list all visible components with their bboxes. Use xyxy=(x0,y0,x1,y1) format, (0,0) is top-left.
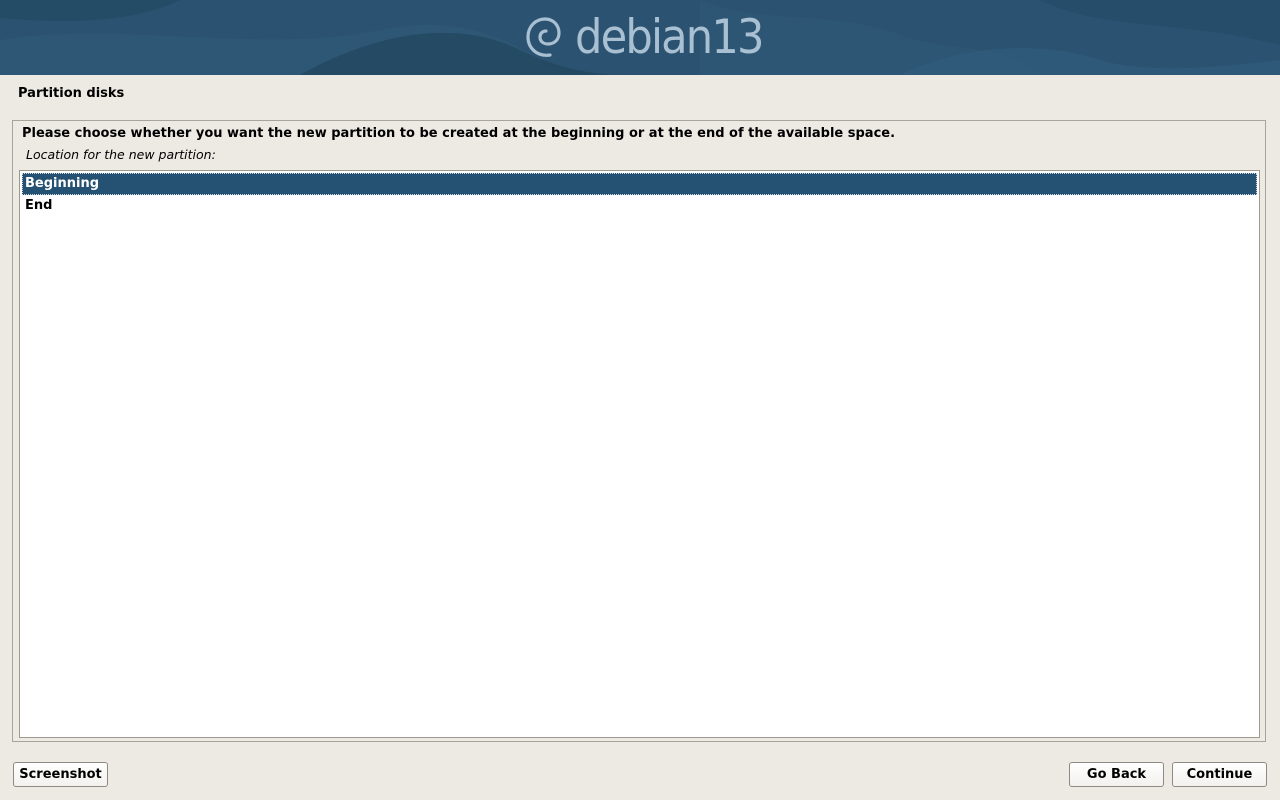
list-label: Location for the new partition: xyxy=(26,147,216,162)
debian-logo: debian13 xyxy=(523,12,779,64)
continue-button[interactable]: Continue xyxy=(1172,762,1267,787)
go-back-button[interactable]: Go Back xyxy=(1069,762,1164,787)
header-banner: debian13 xyxy=(0,0,1280,75)
dialog-frame: Please choose whether you want the new p… xyxy=(12,120,1266,742)
question-text: Please choose whether you want the new p… xyxy=(22,126,896,141)
debian-swirl-icon xyxy=(526,17,561,57)
page-title: Partition disks xyxy=(18,86,125,101)
screenshot-button[interactable]: Screenshot xyxy=(13,762,108,787)
list-item-beginning[interactable]: Beginning xyxy=(22,173,1257,195)
logo-text: debian13 xyxy=(575,10,765,65)
list-item-end[interactable]: End xyxy=(22,195,1257,217)
location-listbox[interactable]: Beginning End xyxy=(19,170,1260,738)
